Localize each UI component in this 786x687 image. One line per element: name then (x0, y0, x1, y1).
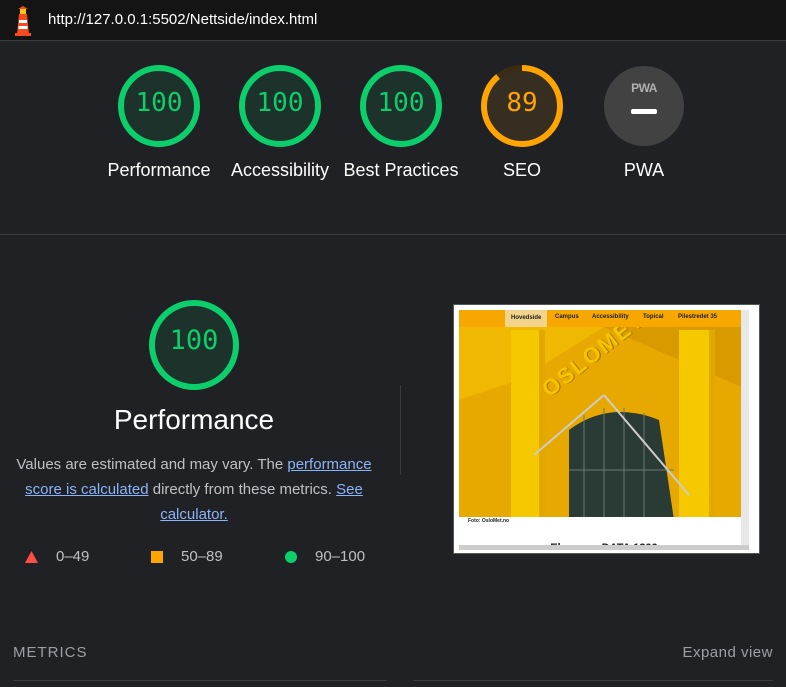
thumb-caption: Foto: OsloMet.no (468, 518, 510, 524)
desc-text: directly from these metrics. (148, 481, 337, 498)
thumb-nav-item: Accessibility (592, 314, 629, 320)
metrics-divider (413, 680, 773, 681)
gauge-score: 100 (377, 88, 425, 118)
final-screenshot[interactable]: OSLOMET Hovedside Campus Accessibility T… (453, 304, 760, 554)
metrics-divider (13, 680, 387, 681)
thumb-nav-item: Campus (555, 314, 579, 320)
expand-view-button[interactable]: Expand view (682, 644, 773, 661)
thumb-nav-item: Hovedside (505, 310, 548, 327)
thumb-hscrollbar (459, 545, 749, 550)
triangle-icon (25, 550, 38, 563)
gauge-label: PWA (623, 160, 665, 180)
square-icon (151, 550, 163, 563)
legend-range: 50–89 (181, 548, 223, 565)
gauge-pwa[interactable]: PWA PWA (602, 64, 686, 180)
metrics-heading: METRICS (13, 644, 88, 661)
screenshot-content: OSLOMET Hovedside Campus Accessibility T… (459, 310, 749, 550)
legend-fail: 0–49 (25, 548, 89, 565)
gauge-best-practices[interactable]: 100 Best Practices (343, 64, 459, 180)
legend-range: 90–100 (315, 548, 366, 565)
thumb-scrollbar (741, 310, 749, 550)
desc-text: Values are estimated and may vary. The (16, 456, 288, 473)
legend-average: 50–89 (151, 548, 223, 565)
thumb-nav-item: Topical (643, 314, 664, 320)
pwa-badge-icon (604, 66, 684, 146)
gauge-score: 89 (506, 88, 538, 118)
performance-title: Performance (113, 404, 275, 435)
performance-score: 100 (169, 325, 219, 356)
gauge-label: Best Practices (343, 160, 459, 180)
gauge-seo[interactable]: 89 SEO (480, 64, 564, 180)
legend-pass: 90–100 (285, 548, 365, 565)
thumb-navbar: Hovedside Campus Accessibility Topical P… (459, 310, 749, 327)
page-url[interactable]: http://127.0.0.1:5502/Nettside/index.htm… (48, 11, 317, 28)
legend-range: 0–49 (56, 548, 90, 565)
gauge-label: Accessibility (230, 160, 330, 180)
url-bar: http://127.0.0.1:5502/Nettside/index.htm… (0, 0, 786, 41)
gauge-score: 100 (256, 88, 304, 118)
circle-icon (285, 550, 297, 563)
lighthouse-icon (15, 6, 31, 36)
section-divider (0, 234, 786, 235)
vertical-divider (400, 385, 401, 475)
gauge-score: 100 (135, 88, 183, 118)
performance-description: Values are estimated and may vary. The p… (14, 452, 374, 527)
performance-gauge: 100 (148, 299, 240, 391)
thumb-nav-item: Pilestredet 35 (678, 314, 718, 320)
pwa-badge-text: PWA (631, 81, 657, 95)
gauge-performance[interactable]: 100 Performance (107, 64, 211, 180)
gauge-accessibility[interactable]: 100 Accessibility (231, 64, 329, 180)
